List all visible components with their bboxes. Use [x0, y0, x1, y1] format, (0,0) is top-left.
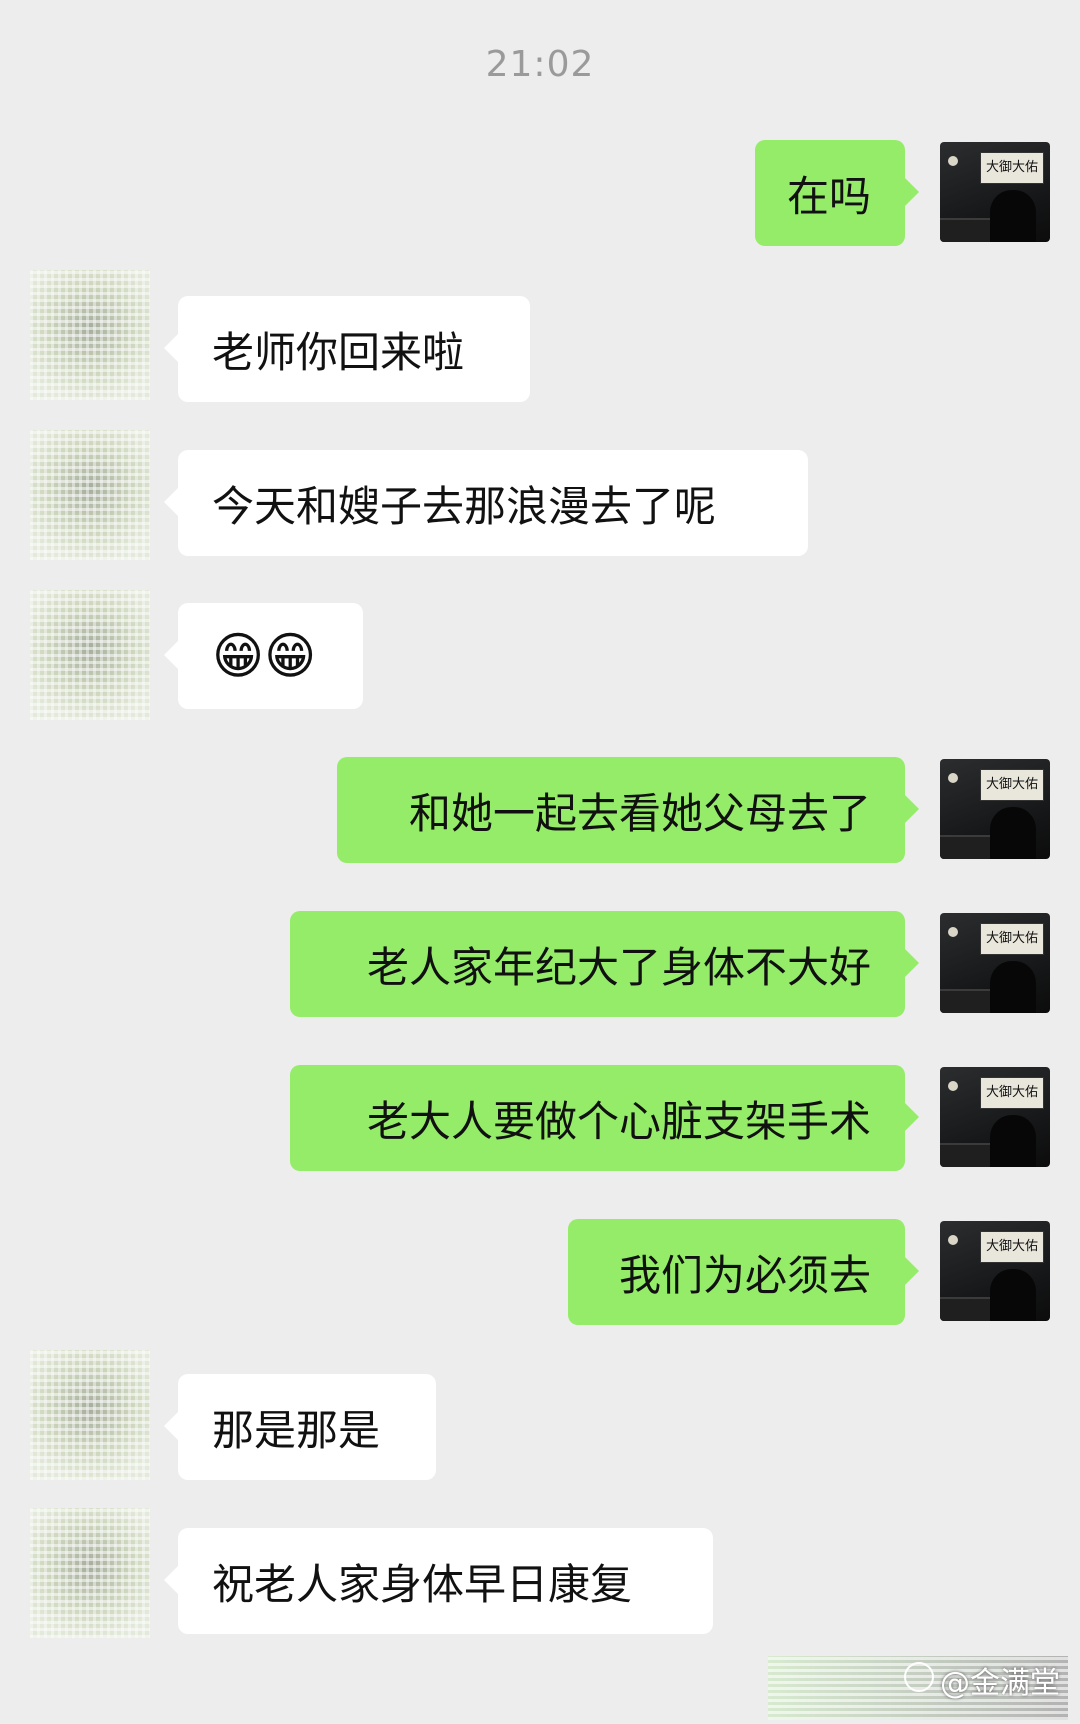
incoming-message-bubble[interactable]: 那是那是: [164, 1374, 436, 1480]
incoming-message-bubble[interactable]: 老师你回来啦: [164, 296, 530, 402]
message-text: 和她一起去看她父母去了: [408, 788, 871, 838]
contact-avatar[interactable]: [30, 1508, 150, 1638]
message-text: 我们为必须去: [618, 1250, 871, 1300]
contact-avatar[interactable]: [30, 430, 150, 560]
outgoing-message-bubble[interactable]: 我们为必须去: [568, 1219, 919, 1325]
lamp-icon: [948, 1235, 958, 1245]
outgoing-message-bubble[interactable]: 和她一起去看她父母去了: [337, 757, 919, 863]
contact-avatar[interactable]: [30, 270, 150, 400]
avatar-sign: 大御大佑: [980, 769, 1044, 801]
message-text: 老师你回来啦: [212, 327, 465, 377]
message-timestamp: 21:02: [485, 44, 595, 85]
message-text: 在吗: [786, 171, 871, 221]
my-avatar[interactable]: 大御大佑: [940, 1221, 1050, 1321]
incoming-message-bubble[interactable]: 祝老人家身体早日康复: [164, 1528, 713, 1634]
lamp-icon: [948, 1081, 958, 1091]
avatar-sign: 大御大佑: [980, 152, 1044, 184]
contact-avatar[interactable]: [30, 590, 150, 720]
avatar-sign: 大御大佑: [980, 1231, 1044, 1263]
message-text: 今天和嫂子去那浪漫去了呢: [212, 481, 717, 531]
contact-avatar[interactable]: [30, 1350, 150, 1480]
lamp-icon: [948, 927, 958, 937]
lamp-icon: [948, 773, 958, 783]
message-text: 老人家年纪大了身体不大好: [366, 942, 871, 992]
message-text: 那是那是: [212, 1405, 381, 1455]
incoming-message-bubble[interactable]: 😁😁: [164, 603, 363, 709]
my-avatar[interactable]: 大御大佑: [940, 759, 1050, 859]
platform-logo-icon: [904, 1662, 934, 1692]
my-avatar[interactable]: 大御大佑: [940, 1067, 1050, 1167]
grinning-emoji-icon: 😁😁: [212, 627, 317, 685]
message-text: 老大人要做个心脏支架手术: [366, 1096, 871, 1146]
avatar-sign: 大御大佑: [980, 1077, 1044, 1109]
my-avatar[interactable]: 大御大佑: [940, 142, 1050, 242]
watermark-text: @金满堂: [940, 1666, 1060, 1701]
message-text: 祝老人家身体早日康复: [212, 1559, 633, 1609]
outgoing-message-bubble[interactable]: 在吗: [755, 140, 919, 246]
incoming-message-bubble[interactable]: 今天和嫂子去那浪漫去了呢: [164, 450, 808, 556]
outgoing-message-bubble[interactable]: 老人家年纪大了身体不大好: [290, 911, 919, 1017]
watermark: @金满堂: [768, 1656, 1068, 1720]
my-avatar[interactable]: 大御大佑: [940, 913, 1050, 1013]
avatar-sign: 大御大佑: [980, 923, 1044, 955]
lamp-icon: [948, 156, 958, 166]
outgoing-message-bubble[interactable]: 老大人要做个心脏支架手术: [290, 1065, 919, 1171]
